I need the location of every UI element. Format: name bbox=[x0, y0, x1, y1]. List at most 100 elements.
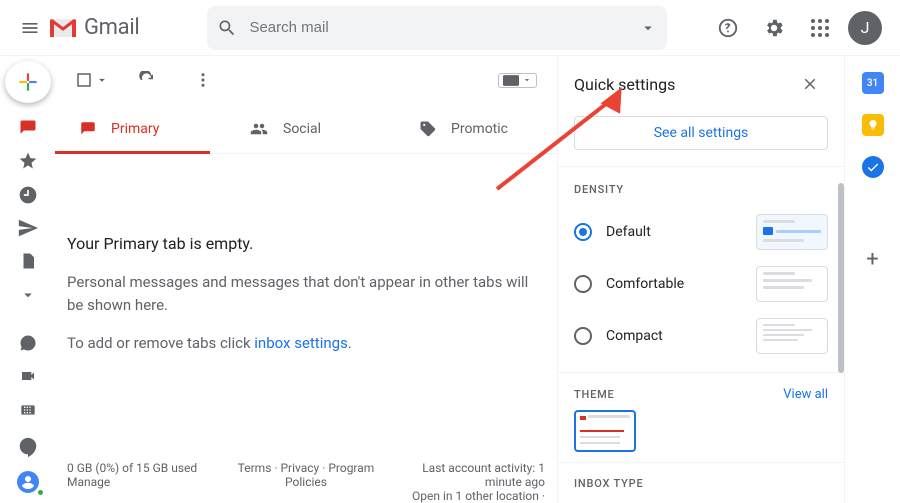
avatar-initial: J bbox=[861, 18, 870, 37]
calendar-addon[interactable]: 31 bbox=[862, 72, 884, 94]
chat-bubble-icon bbox=[18, 333, 38, 353]
radio-icon bbox=[574, 275, 592, 293]
nav-contacts[interactable] bbox=[12, 468, 44, 497]
inbox-type-section: INBOX TYPE Default bbox=[558, 462, 844, 503]
keep-icon bbox=[867, 118, 879, 132]
tab-social[interactable]: Social bbox=[225, 104, 395, 153]
support-button[interactable] bbox=[710, 10, 746, 46]
empty-state: Your Primary tab is empty. Personal mess… bbox=[55, 154, 557, 391]
density-label: Compact bbox=[606, 328, 663, 344]
settings-button[interactable] bbox=[756, 10, 792, 46]
tag-icon bbox=[419, 120, 437, 138]
mail-footer: 0 GB (0%) of 15 GB used Manage Terms · P… bbox=[55, 455, 557, 503]
density-preview-comfortable bbox=[756, 266, 828, 302]
app-header: Gmail J bbox=[0, 0, 900, 56]
nav-chat[interactable] bbox=[12, 328, 44, 357]
refresh-icon bbox=[138, 71, 156, 89]
mail-toolbar bbox=[55, 56, 557, 104]
hangouts-icon bbox=[17, 436, 39, 458]
select-all-checkbox[interactable] bbox=[75, 71, 109, 89]
inbox-type-title: INBOX TYPE bbox=[558, 477, 844, 500]
density-preview-default bbox=[756, 214, 828, 250]
radio-icon bbox=[574, 327, 592, 345]
nav-keyboard[interactable] bbox=[12, 395, 44, 424]
clock-icon bbox=[18, 185, 38, 205]
quick-settings-body: DENSITY Default Comfortable Compact bbox=[558, 166, 844, 503]
density-section-title: DENSITY bbox=[558, 183, 844, 206]
nav-sent[interactable] bbox=[12, 213, 44, 242]
nav-meet[interactable] bbox=[12, 362, 44, 391]
chevron-down-icon bbox=[19, 286, 37, 304]
nav-snoozed[interactable] bbox=[12, 180, 44, 209]
video-icon bbox=[18, 368, 38, 384]
gear-icon bbox=[763, 17, 785, 39]
density-option-default[interactable]: Default bbox=[558, 206, 844, 258]
search-input[interactable] bbox=[247, 18, 629, 37]
density-label: Comfortable bbox=[606, 276, 684, 292]
manage-storage-link[interactable]: Manage bbox=[67, 475, 110, 489]
scrollbar-thumb[interactable] bbox=[838, 183, 844, 373]
theme-section: THEME View all bbox=[558, 372, 844, 452]
footer-activity: Last account activity: 1 minute ago Open… bbox=[406, 461, 545, 503]
category-tabs: Primary Social Promotic bbox=[55, 104, 557, 154]
quick-settings-panel: Quick settings See all settings DENSITY … bbox=[558, 56, 845, 503]
plus-multicolor-icon bbox=[15, 69, 41, 95]
close-quick-settings-button[interactable] bbox=[792, 66, 828, 102]
input-tools-chip[interactable] bbox=[498, 73, 537, 88]
document-icon bbox=[19, 251, 37, 271]
send-icon bbox=[17, 217, 39, 239]
google-apps-button[interactable] bbox=[802, 10, 838, 46]
density-option-comfortable[interactable]: Comfortable bbox=[558, 258, 844, 310]
more-vert-icon bbox=[194, 71, 212, 89]
search-bar[interactable] bbox=[207, 6, 667, 50]
tab-promotions[interactable]: Promotic bbox=[395, 104, 532, 153]
compose-button[interactable] bbox=[5, 61, 51, 103]
chevron-down-icon bbox=[522, 75, 532, 85]
empty-title: Your Primary tab is empty. bbox=[67, 234, 545, 253]
left-nav-rail bbox=[0, 56, 55, 503]
keep-addon[interactable] bbox=[862, 114, 884, 136]
nav-starred[interactable] bbox=[12, 147, 44, 176]
theme-thumbnail-default[interactable] bbox=[574, 410, 636, 452]
search-dropdown-icon[interactable] bbox=[639, 19, 657, 37]
nav-inbox[interactable] bbox=[12, 113, 44, 142]
density-option-compact[interactable]: Compact bbox=[558, 310, 844, 362]
tasks-icon bbox=[866, 160, 880, 174]
tab-label: Primary bbox=[111, 121, 159, 137]
search-icon bbox=[217, 18, 237, 38]
help-icon bbox=[717, 17, 739, 39]
tab-label: Promotic bbox=[451, 121, 508, 137]
people-icon bbox=[249, 120, 269, 138]
more-button[interactable] bbox=[185, 62, 221, 98]
main-menu-button[interactable] bbox=[12, 10, 48, 46]
gmail-logo[interactable]: Gmail bbox=[48, 15, 147, 40]
checkbox-icon bbox=[75, 71, 93, 89]
keyboard-small-icon bbox=[503, 75, 519, 86]
footer-policies: Terms · Privacy · Program Policies bbox=[236, 461, 375, 503]
footer-storage: 0 GB (0%) of 15 GB used Manage bbox=[67, 461, 206, 503]
hamburger-icon bbox=[20, 18, 40, 38]
addons-side-panel: 31 + bbox=[845, 56, 900, 503]
tasks-addon[interactable] bbox=[862, 156, 884, 178]
see-all-settings-button[interactable]: See all settings bbox=[574, 116, 828, 150]
refresh-button[interactable] bbox=[129, 62, 165, 98]
empty-desc-2: To add or remove tabs click inbox settin… bbox=[67, 332, 545, 355]
theme-view-all-link[interactable]: View all bbox=[783, 387, 828, 402]
nav-expand[interactable] bbox=[12, 280, 44, 309]
chevron-down-icon bbox=[95, 73, 109, 87]
quick-settings-title: Quick settings bbox=[574, 75, 675, 94]
nav-drafts[interactable] bbox=[12, 247, 44, 276]
nav-hangouts[interactable] bbox=[12, 432, 44, 461]
gmail-icon bbox=[48, 17, 78, 39]
tab-label: Social bbox=[283, 121, 321, 137]
inbox-settings-link[interactable]: inbox settings bbox=[254, 334, 348, 352]
inbox-tab-icon bbox=[79, 120, 97, 138]
theme-section-title: THEME bbox=[574, 388, 615, 401]
account-avatar[interactable]: J bbox=[848, 11, 882, 45]
density-label: Default bbox=[606, 224, 651, 240]
get-addons-button[interactable]: + bbox=[862, 248, 884, 270]
keyboard-icon bbox=[17, 402, 39, 418]
tab-primary[interactable]: Primary bbox=[55, 104, 225, 153]
inbox-icon bbox=[18, 118, 38, 138]
radio-icon bbox=[574, 223, 592, 241]
